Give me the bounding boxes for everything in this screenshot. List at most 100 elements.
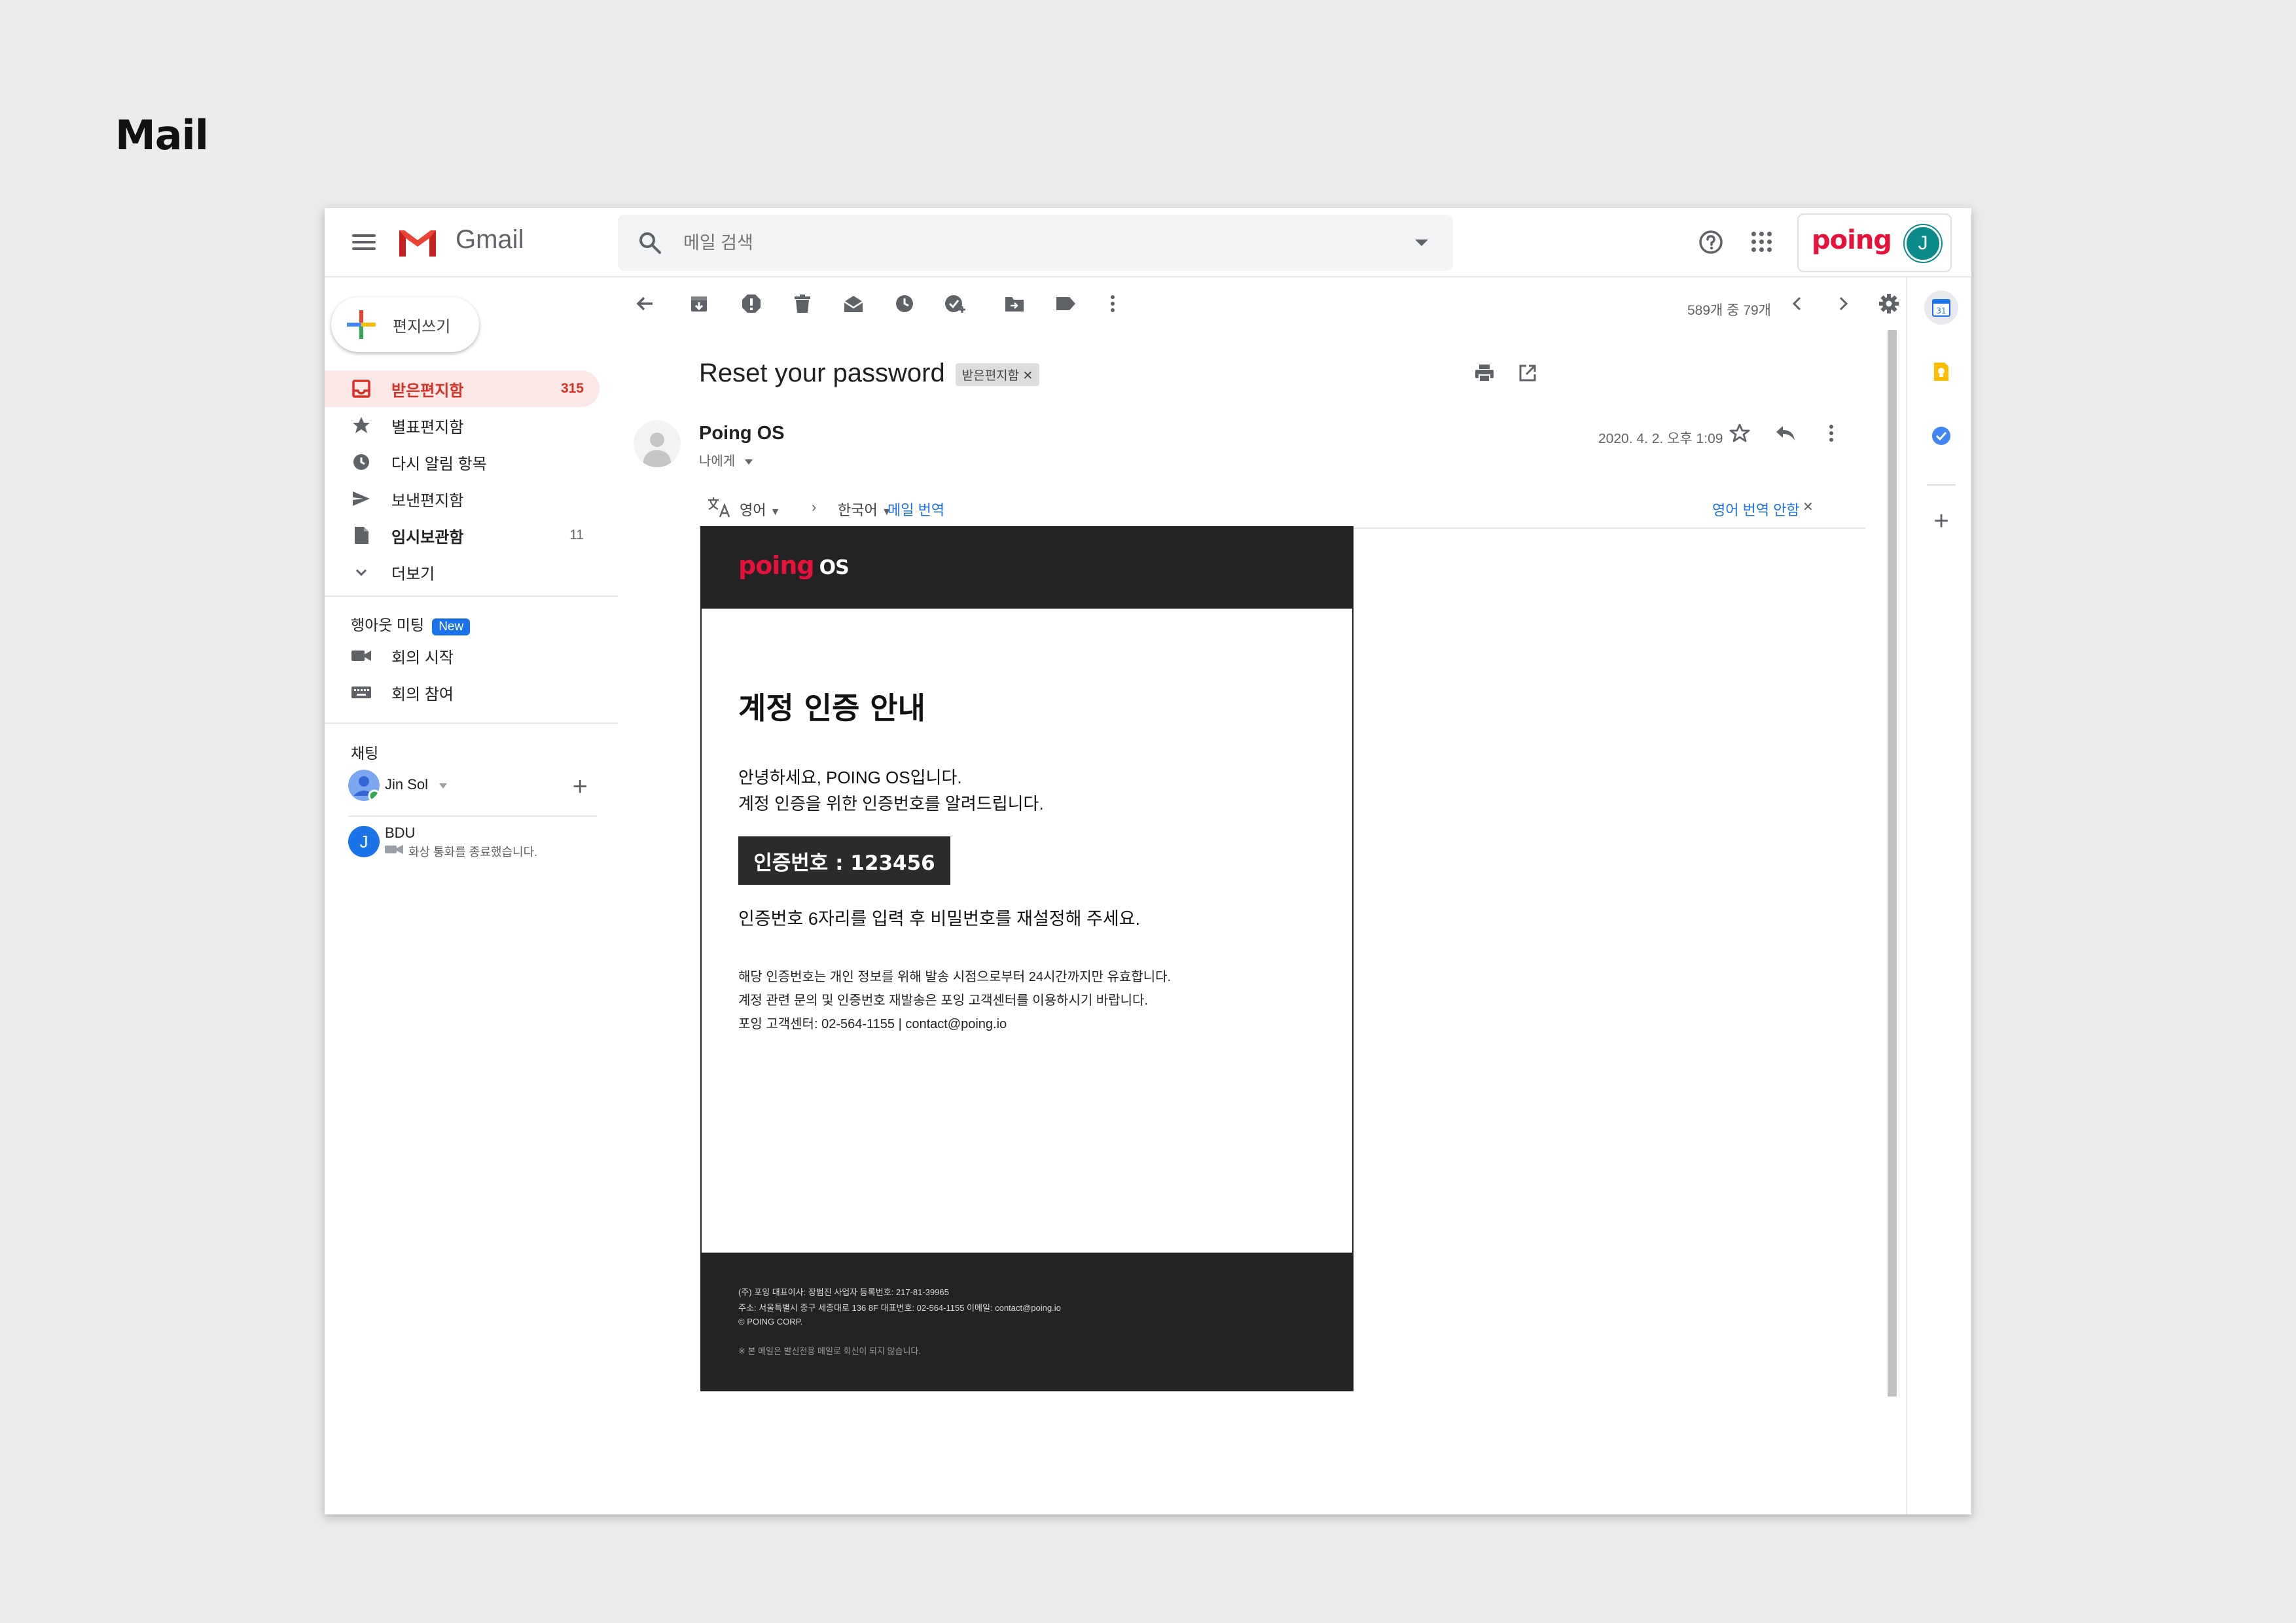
settings-gear-icon[interactable]	[1877, 292, 1901, 315]
top-bar: Gmail poing J	[325, 208, 1971, 277]
chat-contact[interactable]: J BDU 화상 통화를 종료했습니다.	[348, 823, 597, 860]
app-name: Gmail	[456, 225, 524, 254]
recipient-line[interactable]: 나에게	[699, 450, 753, 469]
chat-divider	[348, 815, 597, 817]
sidebar-item-label: 더보기	[391, 565, 435, 583]
svg-text:31: 31	[1936, 306, 1946, 315]
mail-subject: Reset your password 받은편지함 ✕	[699, 359, 1040, 388]
email-instruction: 인증번호 6자리를 입력 후 비밀번호를 재설정해 주세요.	[738, 909, 1141, 929]
video-call-icon	[385, 845, 403, 854]
gmail-logo-icon[interactable]	[397, 225, 439, 259]
unread-count: 315	[560, 381, 584, 396]
person-icon	[643, 433, 672, 467]
close-icon[interactable]: ✕	[1803, 499, 1814, 515]
open-new-window-icon[interactable]	[1516, 361, 1539, 385]
back-arrow-icon[interactable]	[634, 292, 657, 315]
send-icon	[351, 488, 372, 509]
search-options-icon[interactable]	[1415, 240, 1428, 246]
sidebar-item-drafts[interactable]: 임시보관함 11	[325, 517, 600, 554]
inbox-icon	[351, 378, 372, 399]
newer-chevron-icon[interactable]	[1785, 292, 1809, 315]
more-vert-icon[interactable]	[1820, 421, 1843, 445]
chat-self[interactable]: Jin Sol +	[348, 767, 597, 804]
print-icon[interactable]	[1473, 361, 1496, 385]
email-body: poing OS 계정 인증 안내 안녕하세요, POING OS입니다. 계정 …	[700, 526, 1354, 1391]
chevron-down-icon[interactable]	[744, 459, 753, 465]
sidebar-item-inbox[interactable]: 받은편지함 315	[325, 370, 600, 407]
sidebar-item-label: 임시보관함	[391, 528, 464, 546]
sidebar-item-label: 보낸편지함	[391, 491, 464, 510]
source-language: 영어	[740, 502, 766, 518]
sidebar-item-start-meeting[interactable]: 회의 시작	[325, 637, 600, 674]
message-view: 589개 중 79개 Reset your password 받은편지함 ✕ Po…	[618, 277, 1902, 1514]
tasks-icon[interactable]	[1924, 419, 1958, 453]
clock-icon	[351, 452, 372, 473]
search-input[interactable]	[683, 228, 1338, 258]
sidebar-item-sent[interactable]: 보낸편지함	[325, 480, 600, 517]
account-switcher[interactable]: poing J	[1797, 213, 1952, 272]
calendar-icon[interactable]: 31	[1924, 291, 1958, 325]
account-avatar[interactable]: J	[1905, 225, 1941, 262]
meet-section-title: 행아웃 미팅 New	[351, 613, 471, 635]
search-icon[interactable]	[637, 230, 662, 255]
scrollbar[interactable]	[1888, 330, 1897, 1397]
compose-plus-icon	[347, 310, 376, 339]
sidebar-item-more[interactable]: 더보기	[325, 554, 600, 590]
translate-mail-link[interactable]: 메일 번역	[888, 499, 944, 520]
archive-icon[interactable]	[687, 292, 711, 315]
sidebar-divider	[325, 596, 618, 597]
email-logo: poing OS	[738, 551, 850, 580]
sidebar-item-snoozed[interactable]: 다시 알림 항목	[325, 444, 600, 480]
snooze-icon[interactable]	[893, 292, 916, 315]
sidebar-item-label: 회의 참여	[391, 685, 454, 704]
sender-avatar[interactable]	[634, 420, 681, 467]
sidebar-item-label: 받은편지함	[391, 382, 464, 400]
email-note: 계정 관련 문의 및 인증번호 재발송은 포잉 고객센터를 이용하시기 바랍니다…	[738, 993, 1148, 1008]
email-logo-main: poing	[738, 551, 815, 580]
reply-icon[interactable]	[1774, 421, 1797, 445]
new-chat-plus-icon[interactable]: +	[573, 772, 588, 802]
footer-copyright: © POING CORP.	[738, 1317, 803, 1327]
sidebar-item-join-meeting[interactable]: 회의 참여	[325, 674, 600, 711]
report-spam-icon[interactable]	[740, 292, 763, 315]
delete-icon[interactable]	[791, 292, 814, 315]
star-icon	[351, 415, 372, 436]
video-icon	[351, 645, 372, 666]
older-chevron-icon[interactable]	[1831, 292, 1855, 315]
label-icon[interactable]	[1054, 292, 1077, 315]
meet-title: 행아웃 미팅	[351, 616, 425, 633]
message-count: 589개 중 79개	[1687, 303, 1771, 318]
never-translate-link[interactable]: 영어 번역 안함	[1712, 499, 1800, 520]
verification-code: 인증번호 : 123456	[738, 836, 950, 885]
target-language-select[interactable]: 한국어 ▼	[838, 499, 892, 520]
chat-contact-name: BDU	[385, 825, 416, 841]
help-icon[interactable]	[1698, 229, 1724, 255]
footer-notice: ※ 본 메일은 발신전용 메일로 회신이 되지 않습니다.	[738, 1346, 921, 1356]
user-avatar-icon	[348, 770, 380, 801]
subject-text: Reset your password	[699, 359, 945, 387]
draft-count: 11	[569, 527, 584, 543]
menu-icon[interactable]	[352, 230, 376, 254]
search-bar[interactable]	[618, 215, 1453, 271]
translate-bar: 영어 ▼ › 한국어 ▼ 메일 번역 영어 번역 안함 ✕	[699, 490, 1865, 529]
star-outline-icon[interactable]	[1728, 421, 1751, 445]
inbox-label-chip[interactable]: 받은편지함 ✕	[955, 363, 1040, 386]
compose-button[interactable]: 편지쓰기	[331, 297, 479, 352]
more-vert-icon[interactable]	[1101, 292, 1124, 315]
chevron-down-icon[interactable]	[439, 783, 448, 789]
move-to-icon[interactable]	[1003, 292, 1026, 315]
add-task-icon[interactable]	[944, 292, 967, 315]
email-logo-os: OS	[819, 556, 850, 579]
apps-grid-icon[interactable]	[1751, 232, 1772, 253]
contact-avatar: J	[348, 826, 380, 857]
footer-address: 주소: 서울특별시 중구 세종대로 136 8F 대표번호: 02-564-11…	[738, 1303, 1061, 1313]
add-addon-plus-icon[interactable]: +	[1924, 504, 1958, 538]
source-language-select[interactable]: 영어 ▼	[740, 499, 780, 520]
close-icon[interactable]: ✕	[1022, 369, 1033, 383]
sidebar-item-label: 회의 시작	[391, 649, 454, 667]
email-footer: (주) 포잉 대표이사: 장범진 사업자 등록번호: 217-81-39965 …	[702, 1253, 1352, 1390]
sidebar-item-starred[interactable]: 별표편지함	[325, 407, 600, 444]
sidebar-item-label: 별표편지함	[391, 418, 464, 437]
mark-unread-icon[interactable]	[842, 292, 865, 315]
keep-icon[interactable]	[1924, 355, 1958, 389]
